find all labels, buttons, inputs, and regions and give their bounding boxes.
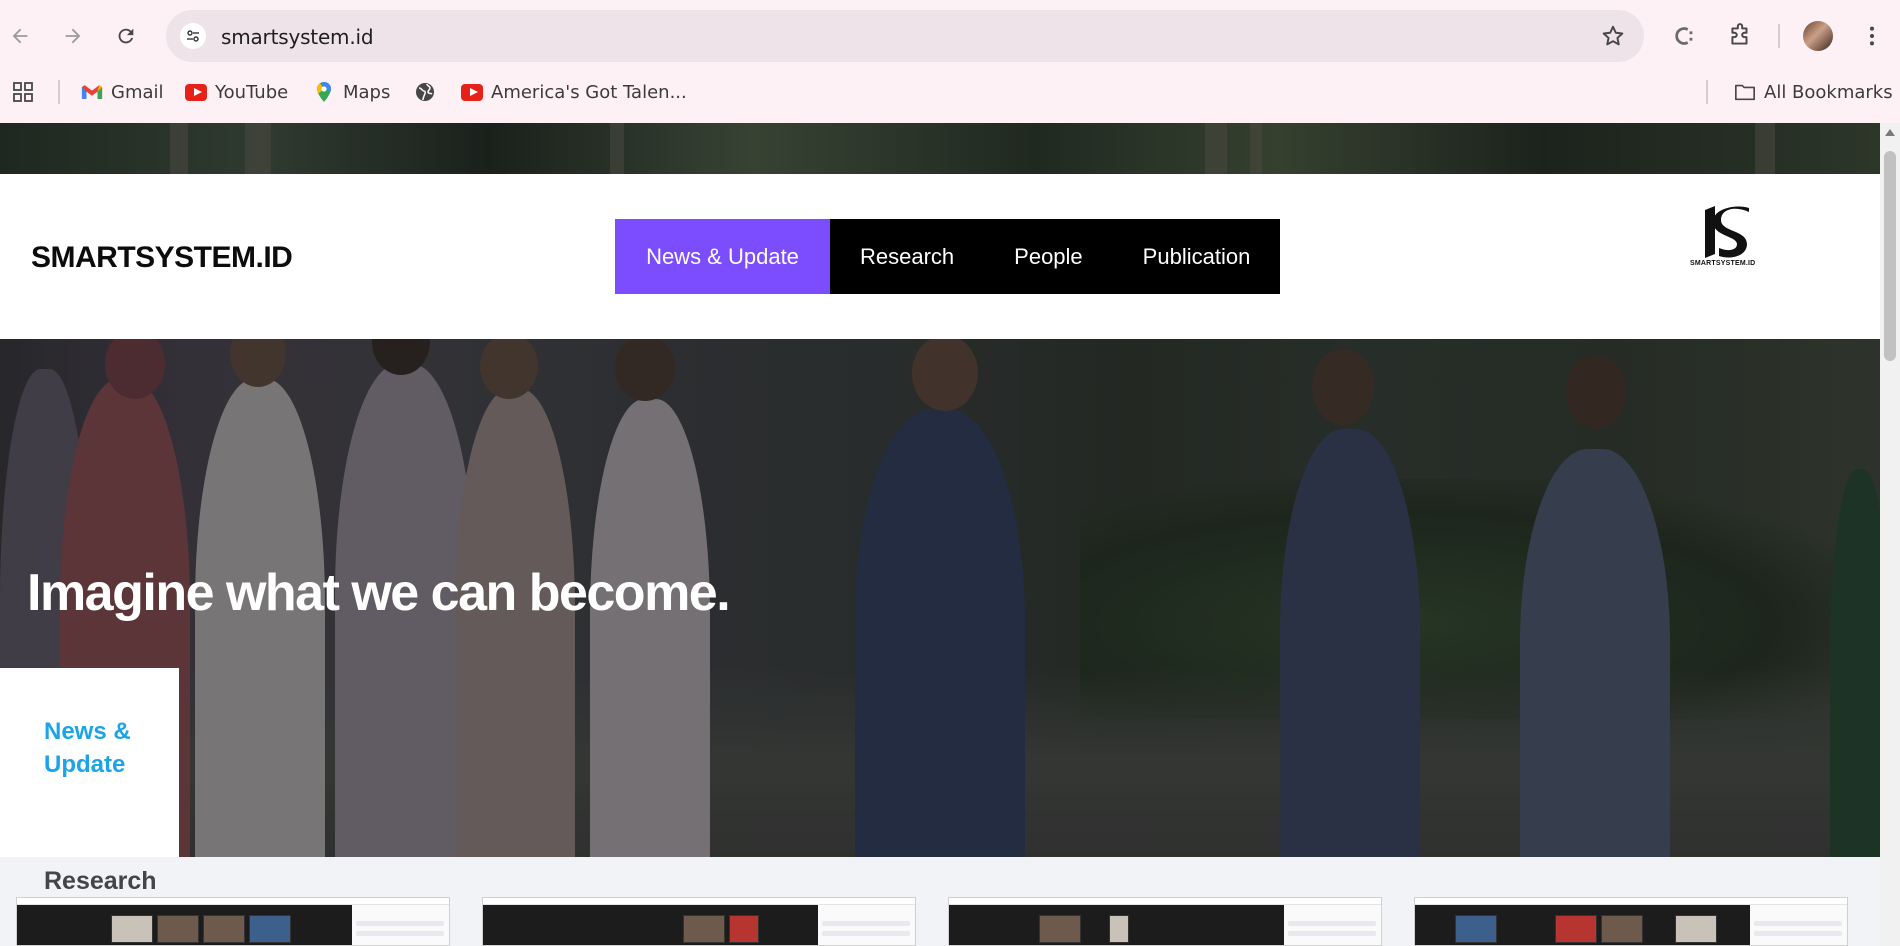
reload-icon bbox=[118, 28, 134, 44]
main-nav: News & Update Research People Publicatio… bbox=[615, 219, 1281, 294]
globe-icon bbox=[414, 81, 436, 103]
bookmark-maps[interactable]: Maps bbox=[313, 78, 390, 106]
back-button[interactable] bbox=[2, 18, 38, 54]
extensions-puzzle-icon[interactable] bbox=[1724, 18, 1756, 54]
forward-button[interactable] bbox=[55, 18, 91, 54]
scrollbar-thumb[interactable] bbox=[1884, 151, 1896, 361]
all-bookmarks-label: All Bookmarks bbox=[1764, 81, 1893, 103]
hero-title: Imagine what we can become. bbox=[27, 564, 731, 622]
browser-chrome: smartsystem.id Gmail YouTube Maps Americ… bbox=[0, 0, 1900, 123]
apps-grid-icon bbox=[12, 81, 34, 103]
arrow-right-icon bbox=[65, 28, 81, 44]
bookmark-star-icon[interactable] bbox=[1600, 23, 1626, 49]
address-bar[interactable]: smartsystem.id bbox=[166, 10, 1644, 62]
nav-people[interactable]: People bbox=[984, 219, 1113, 294]
bookmark-label: Gmail bbox=[111, 81, 164, 103]
nav-news-update[interactable]: News & Update bbox=[615, 219, 830, 294]
scroll-up-arrow-icon[interactable] bbox=[1885, 129, 1895, 136]
apps-grid-button[interactable] bbox=[12, 78, 34, 106]
bookmarks-bar: Gmail YouTube Maps America's Got Talen..… bbox=[0, 72, 1900, 112]
bookmark-youtube[interactable]: YouTube bbox=[185, 78, 288, 106]
research-thumbnail[interactable] bbox=[948, 897, 1382, 946]
folder-icon bbox=[1734, 81, 1756, 103]
bookmarks-separator bbox=[1706, 80, 1708, 104]
toolbar-separator bbox=[1778, 24, 1780, 48]
background-photo-strip bbox=[0, 123, 1880, 174]
gmail-icon bbox=[81, 81, 103, 103]
menu-kebab-icon[interactable] bbox=[1860, 18, 1884, 54]
site-logo-icon[interactable] bbox=[1697, 204, 1755, 264]
bookmark-label: YouTube bbox=[215, 81, 289, 103]
research-section: Research bbox=[0, 857, 1880, 946]
research-thumbnail[interactable] bbox=[16, 897, 450, 946]
news-update-card-title[interactable]: News & Update bbox=[44, 715, 154, 781]
site-header: SMARTSYSTEM.ID News & Update Research Pe… bbox=[0, 174, 1880, 339]
youtube-icon bbox=[461, 81, 483, 103]
research-section-title: Research bbox=[44, 867, 157, 895]
site-brand[interactable]: SMARTSYSTEM.ID bbox=[31, 241, 293, 275]
site-logo-text: SMARTSYSTEM.ID bbox=[1690, 260, 1756, 267]
bookmark-agt[interactable]: America's Got Talen... bbox=[461, 78, 687, 106]
profile-avatar[interactable] bbox=[1803, 21, 1833, 51]
url-text[interactable]: smartsystem.id bbox=[221, 25, 374, 49]
extension-c-icon[interactable] bbox=[1668, 18, 1700, 54]
youtube-icon bbox=[185, 81, 207, 103]
bookmark-label: Maps bbox=[343, 81, 391, 103]
hero-banner: Imagine what we can become. bbox=[0, 339, 1880, 857]
all-bookmarks-button[interactable]: All Bookmarks bbox=[1734, 78, 1893, 106]
reload-button[interactable] bbox=[108, 18, 144, 54]
bookmark-label: America's Got Talen... bbox=[491, 81, 687, 103]
news-update-card[interactable]: News & Update bbox=[0, 668, 179, 858]
page-scrollbar[interactable] bbox=[1880, 123, 1900, 946]
bookmarks-separator bbox=[58, 80, 60, 104]
bookmark-gmail[interactable]: Gmail bbox=[81, 78, 164, 106]
research-thumbnails bbox=[16, 897, 1876, 946]
research-thumbnail[interactable] bbox=[1414, 897, 1848, 946]
research-thumbnail[interactable] bbox=[482, 897, 916, 946]
nav-publication[interactable]: Publication bbox=[1113, 219, 1281, 294]
nav-research[interactable]: Research bbox=[830, 219, 984, 294]
arrow-left-icon bbox=[12, 28, 28, 44]
site-info-icon[interactable] bbox=[180, 23, 206, 49]
maps-icon bbox=[313, 81, 335, 103]
page-viewport: SMARTSYSTEM.ID News & Update Research Pe… bbox=[0, 123, 1880, 946]
browser-toolbar: smartsystem.id bbox=[0, 0, 1900, 70]
bookmark-globe[interactable] bbox=[414, 78, 436, 106]
